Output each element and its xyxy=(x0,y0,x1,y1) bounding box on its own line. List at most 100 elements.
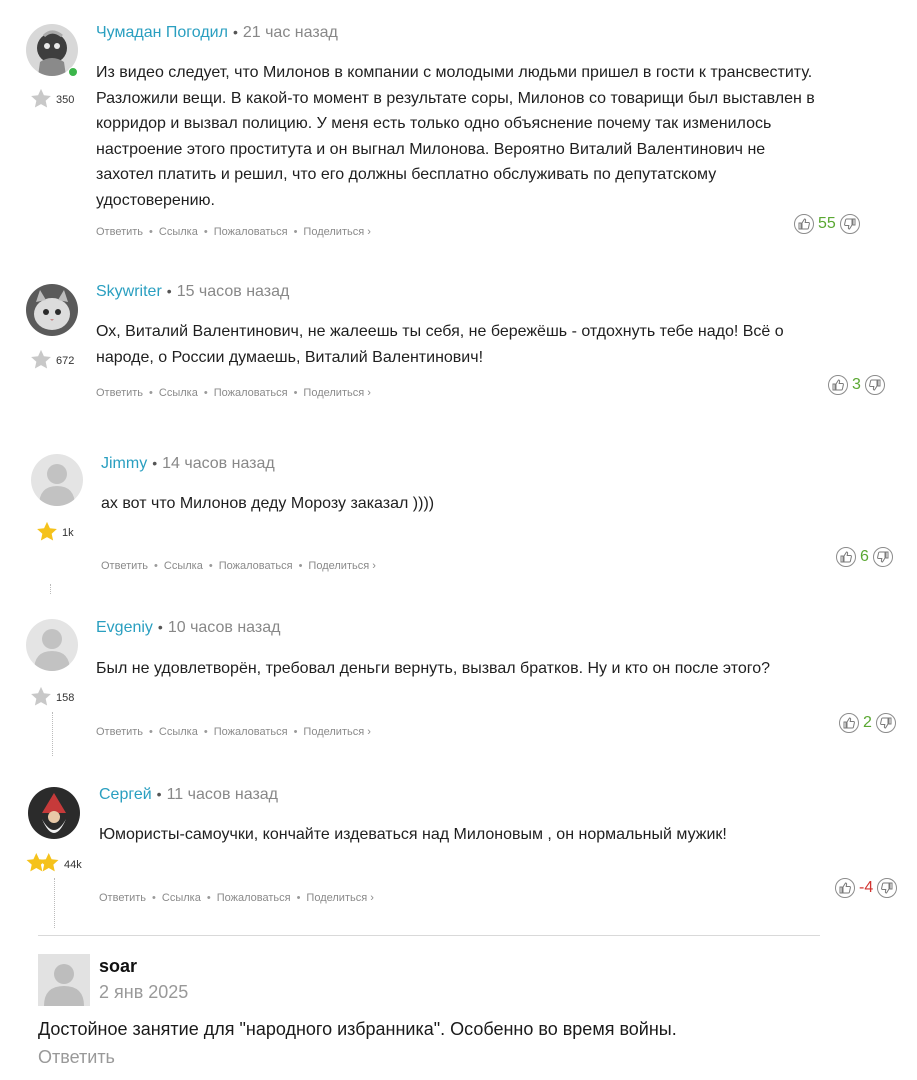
thumbs-up-icon[interactable] xyxy=(839,713,859,733)
divider xyxy=(38,935,820,936)
comment-text: Достойное занятие для "народного избранн… xyxy=(38,1019,677,1039)
vote-score: 6 xyxy=(860,548,869,565)
author-link[interactable]: Сергей xyxy=(99,786,152,804)
comment-header: Evgeniy • 10 часов назад xyxy=(96,619,280,637)
star-icon xyxy=(30,88,52,112)
report-link[interactable]: Пожаловаться xyxy=(217,892,291,904)
user-rating: 350 xyxy=(30,88,74,112)
text-line: Разложили вещи. В какой-то момент в резу… xyxy=(96,89,815,107)
thumbs-down-icon[interactable] xyxy=(864,375,885,395)
comment-actions: Ответить • Ссылка • Пожаловаться • Поделить… xyxy=(96,226,371,238)
author-link[interactable]: Evgeniy xyxy=(96,619,153,637)
separator-dot: • xyxy=(203,726,208,738)
rating-value: 350 xyxy=(56,94,75,106)
thumbs-up-icon[interactable] xyxy=(836,547,856,567)
star-icon xyxy=(30,349,52,373)
permalink-link[interactable]: Ссылка xyxy=(162,892,201,904)
avatar[interactable] xyxy=(26,619,78,671)
report-link[interactable]: Пожаловаться xyxy=(214,387,288,399)
thumbs-up-icon[interactable] xyxy=(835,878,855,898)
permalink-link[interactable]: Ссылка xyxy=(159,387,198,399)
author-link[interactable]: Чумадан Погодил xyxy=(96,24,228,42)
comment-text: ах вот что Милонов деду Морозу заказал )… xyxy=(101,491,434,517)
comment-time[interactable]: 21 час назад xyxy=(243,24,338,42)
share-link[interactable]: Поделиться › xyxy=(303,726,370,738)
text-line: настроение этого проститута и он выгнал … xyxy=(96,140,766,158)
separator-dot: • xyxy=(154,560,158,572)
text-line: корридор и вызвал полицию. У меня есть т… xyxy=(96,115,772,132)
comment-time[interactable]: 11 часов назад xyxy=(167,786,278,804)
thumbs-up-icon[interactable] xyxy=(828,375,848,395)
comment-text: Из видео следует, что Милонов в компании… xyxy=(96,60,815,213)
separator-dot: • xyxy=(152,892,156,904)
comment-time[interactable]: 15 часов назад xyxy=(177,283,290,301)
report-link[interactable]: Пожаловаться xyxy=(219,560,293,572)
thumbs-down-icon[interactable] xyxy=(872,547,893,567)
share-link[interactable]: Поделиться › xyxy=(308,560,375,572)
comment-header: Jimmy • 14 часов назад xyxy=(101,455,275,473)
vote-controls: 3 xyxy=(828,375,885,395)
share-link[interactable]: Поделиться › xyxy=(303,226,370,238)
text-line: Был не удовлетворён, требовал деньги вер… xyxy=(96,660,771,677)
author-link[interactable]: Jimmy xyxy=(101,455,147,473)
comment-time[interactable]: 10 часов назад xyxy=(168,619,281,637)
thumbs-down-icon[interactable] xyxy=(839,214,860,234)
reply-link[interactable]: Ответить xyxy=(96,726,143,738)
permalink-link[interactable]: Ссылка xyxy=(164,560,203,572)
share-link[interactable]: Поделиться › xyxy=(303,387,370,399)
comment-text: Юмористы-самоучки, кончайте издеваться н… xyxy=(99,822,727,848)
separator-dot: • xyxy=(149,387,153,399)
star-icon xyxy=(30,686,52,710)
separator-dot: • xyxy=(293,726,298,738)
comment-actions: Ответить • Ссылка • Пожаловаться • Поделить… xyxy=(96,387,371,399)
separator-dot: • xyxy=(156,786,162,802)
rating-value: 672 xyxy=(56,355,75,367)
avatar[interactable] xyxy=(38,954,90,1006)
report-link[interactable]: Пожаловаться xyxy=(214,226,288,238)
avatar[interactable] xyxy=(26,284,78,336)
separator-dot: • xyxy=(149,226,153,238)
separator-dot: • xyxy=(203,387,208,399)
separator-dot: • xyxy=(232,24,238,40)
reply-link[interactable]: Ответить xyxy=(96,387,143,399)
thread-line xyxy=(50,584,51,594)
vote-controls: -4 xyxy=(835,878,898,898)
thumbs-down-icon[interactable] xyxy=(875,713,896,733)
thumbs-up-icon[interactable] xyxy=(794,214,814,234)
separator-dot: • xyxy=(149,726,153,738)
reply-link[interactable]: Ответить xyxy=(38,1047,115,1068)
vote-controls: 55 xyxy=(794,214,860,234)
avatar[interactable] xyxy=(28,787,80,839)
comment-header: Сергей • 11 часов назад xyxy=(99,786,278,804)
text-line: народе, о России думаешь, Виталий Валент… xyxy=(96,348,484,366)
user-rating: 158 xyxy=(30,686,74,710)
permalink-link[interactable]: Ссылка xyxy=(159,226,198,238)
vote-score: 55 xyxy=(818,215,836,232)
author-link[interactable]: Skywriter xyxy=(96,283,162,301)
share-link[interactable]: Поделиться › xyxy=(306,892,373,904)
text-line: Ох, Виталий Валентинович, не жалеешь ты … xyxy=(96,323,784,340)
thumbs-down-icon[interactable] xyxy=(877,878,898,898)
star-icon xyxy=(26,852,60,877)
rating-value: 158 xyxy=(56,692,75,704)
reply-link[interactable]: Ответить xyxy=(96,226,143,238)
text-line: Юмористы-самоучки, кончайте издеваться н… xyxy=(99,826,727,843)
permalink-link[interactable]: Ссылка xyxy=(159,726,198,738)
comment-header: Чумадан Погодил • 21 час назад xyxy=(96,24,338,42)
comment-actions: Ответить • Ссылка • Пожаловаться • Поделить… xyxy=(96,726,371,738)
comment-time[interactable]: 14 часов назад xyxy=(162,455,275,473)
star-icon xyxy=(36,521,58,545)
reply-link[interactable]: Ответить xyxy=(99,892,146,904)
reply-link[interactable]: Ответить xyxy=(101,560,148,572)
avatar[interactable] xyxy=(31,454,83,506)
text-line: захотел платить и решил, что его должны … xyxy=(96,166,717,183)
user-rating: 672 xyxy=(30,349,74,373)
comment-actions: Ответить • Ссылка • Пожаловаться • Поделить… xyxy=(101,560,376,572)
report-link[interactable]: Пожаловаться xyxy=(214,726,288,738)
separator-dot: • xyxy=(293,226,298,238)
author-name[interactable]: soar xyxy=(99,956,137,977)
user-rating: 44k xyxy=(26,852,82,877)
separator-dot: • xyxy=(203,226,208,238)
text-line: ах вот что Милонов деду Морозу заказал )… xyxy=(101,495,435,512)
separator-dot: • xyxy=(152,455,158,471)
